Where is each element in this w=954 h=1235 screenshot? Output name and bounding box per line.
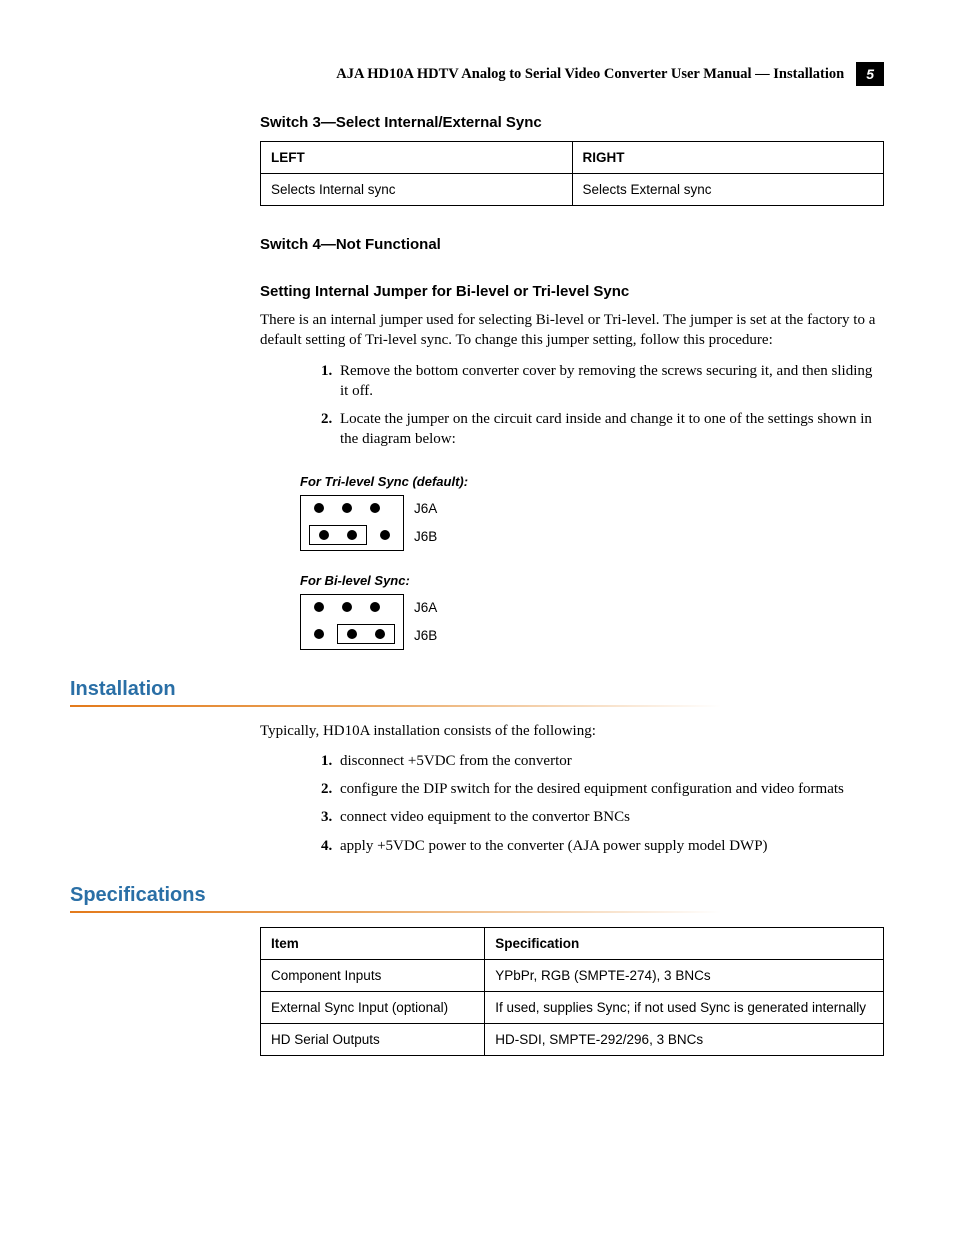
section-rule	[70, 705, 884, 707]
table-row: External Sync Input (optional) If used, …	[261, 991, 884, 1023]
jumper-steps: Remove the bottom converter cover by rem…	[260, 361, 884, 450]
content-column: Switch 3—Select Internal/External Sync L…	[260, 114, 884, 1056]
spec-value: If used, supplies Sync; if not used Sync…	[485, 991, 884, 1023]
header-title: AJA HD10A HDTV Analog to Serial Video Co…	[336, 66, 844, 83]
page-number: 5	[856, 62, 884, 86]
spec-col-item: Item	[261, 927, 485, 959]
install-step-1: disconnect +5VDC from the convertor	[336, 751, 884, 771]
spec-value: HD-SDI, SMPTE-292/296, 3 BNCs	[485, 1023, 884, 1055]
jumper-body: There is an internal jumper used for sel…	[260, 310, 884, 351]
switch3-left-value: Selects Internal sync	[261, 174, 573, 206]
spec-item: HD Serial Outputs	[261, 1023, 485, 1055]
specifications-table: Item Specification Component Inputs YPbP…	[260, 927, 884, 1056]
pin-icon	[370, 503, 380, 513]
bi-row-b-label: J6B	[414, 628, 437, 643]
install-step-2: configure the DIP switch for the desired…	[336, 779, 884, 799]
pin-icon	[342, 503, 352, 513]
jumper-step-2: Locate the jumper on the circuit card in…	[336, 409, 884, 450]
pin-icon	[375, 629, 385, 639]
pin-icon	[342, 602, 352, 612]
pin-icon	[380, 530, 390, 540]
jumper-icon	[337, 624, 395, 644]
pin-icon	[347, 530, 357, 540]
tri-row-a-label: J6A	[414, 501, 437, 516]
section-rule	[70, 911, 884, 913]
bi-row-a-label: J6A	[414, 600, 437, 615]
jumper-icon	[309, 525, 367, 545]
spec-item: External Sync Input (optional)	[261, 991, 485, 1023]
spec-col-spec: Specification	[485, 927, 884, 959]
pin-icon	[347, 629, 357, 639]
installation-body: Typically, HD10A installation consists o…	[260, 721, 884, 741]
install-step-3: connect video equipment to the convertor…	[336, 807, 884, 827]
pin-icon	[370, 602, 380, 612]
page: AJA HD10A HDTV Analog to Serial Video Co…	[0, 0, 954, 1235]
switch4-heading: Switch 4—Not Functional	[260, 236, 884, 253]
specifications-heading: Specifications	[70, 884, 884, 907]
switch3-heading: Switch 3—Select Internal/External Sync	[260, 114, 884, 131]
spec-value: YPbPr, RGB (SMPTE-274), 3 BNCs	[485, 959, 884, 991]
table-row: HD Serial Outputs HD-SDI, SMPTE-292/296,…	[261, 1023, 884, 1055]
installation-steps: disconnect +5VDC from the convertor conf…	[260, 751, 884, 856]
pin-icon	[314, 602, 324, 612]
jumper-heading: Setting Internal Jumper for Bi-level or …	[260, 283, 884, 300]
bi-pinbox	[300, 594, 404, 650]
jumper-diagrams: For Tri-level Sync (default):	[300, 474, 884, 650]
pin-icon	[314, 629, 324, 639]
switch3-table: LEFT RIGHT Selects Internal sync Selects…	[260, 141, 884, 206]
switch3-left-header: LEFT	[261, 142, 573, 174]
pin-icon	[319, 530, 329, 540]
tri-row-b-label: J6B	[414, 529, 437, 544]
page-header: AJA HD10A HDTV Analog to Serial Video Co…	[70, 62, 884, 86]
switch3-right-value: Selects External sync	[572, 174, 884, 206]
spec-item: Component Inputs	[261, 959, 485, 991]
pin-icon	[314, 503, 324, 513]
installation-heading: Installation	[70, 678, 884, 701]
bi-level-caption: For Bi-level Sync:	[300, 573, 884, 588]
bi-level-diagram: For Bi-level Sync:	[300, 573, 884, 650]
install-step-4: apply +5VDC power to the converter (AJA …	[336, 836, 884, 856]
tri-level-caption: For Tri-level Sync (default):	[300, 474, 884, 489]
jumper-step-1: Remove the bottom converter cover by rem…	[336, 361, 884, 402]
tri-pinbox	[300, 495, 404, 551]
switch3-right-header: RIGHT	[572, 142, 884, 174]
table-row: Component Inputs YPbPr, RGB (SMPTE-274),…	[261, 959, 884, 991]
tri-level-diagram: For Tri-level Sync (default):	[300, 474, 884, 551]
